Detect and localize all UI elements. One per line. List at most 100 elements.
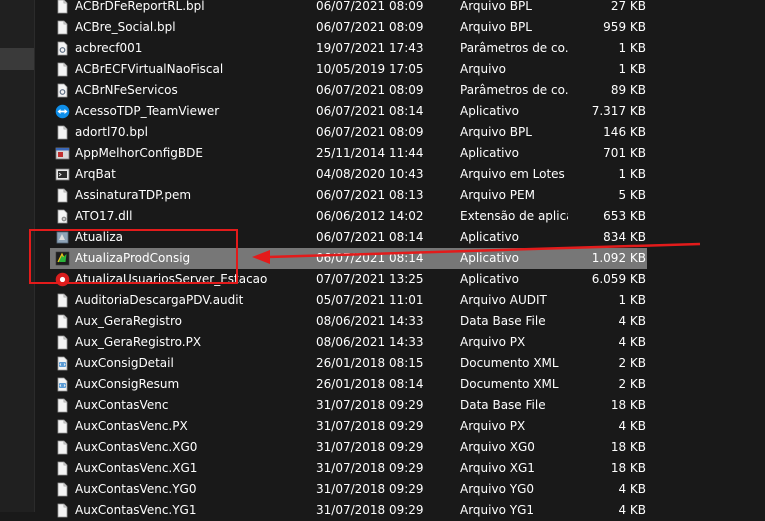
file-name: AcessoTDP_TeamViewer <box>75 104 220 118</box>
file-size: 1 KB <box>618 167 646 181</box>
file-date-modified: 06/07/2021 08:13 <box>316 188 424 202</box>
settings-file-icon <box>55 83 70 98</box>
file-icon <box>55 188 70 203</box>
file-row[interactable]: adortl70.bpl 06/07/2021 08:09 Arquivo BPL 1… <box>50 122 647 143</box>
file-date-modified: 07/07/2021 13:25 <box>316 272 424 286</box>
file-date-modified: 31/07/2018 09:29 <box>316 440 424 454</box>
file-date-modified: 31/07/2018 09:29 <box>316 419 424 433</box>
file-row[interactable]: AssinaturaTDP.pem 06/07/2021 08:13 Arquivo… <box>50 185 647 206</box>
file-row[interactable]: ArqBat 04/08/2020 10:43 Arquivo em Lotes .… <box>50 164 647 185</box>
file-row[interactable]: ACBrECFVirtualNaoFiscal 10/05/2019 17:05 A… <box>50 59 647 80</box>
file-size: 146 KB <box>603 125 646 139</box>
file-type: Aplicativo <box>460 104 519 118</box>
file-row[interactable]: ACBre_Social.bpl 06/07/2021 08:09 Arquivo … <box>50 17 647 38</box>
file-type: Parâmetros de co... <box>460 41 568 55</box>
file-size: 4 KB <box>618 419 646 433</box>
file-size: 27 KB <box>610 0 646 13</box>
file-name: AuditoriaDescargaPDV.audit <box>75 293 244 307</box>
file-type: Arquivo AUDIT <box>460 293 547 307</box>
file-row[interactable]: AppMelhorConfigBDE 25/11/2014 11:44 Aplica… <box>50 143 647 164</box>
file-name: AuxContasVenc.PX <box>75 419 188 433</box>
annotation-highlight-box <box>29 229 238 284</box>
file-row[interactable]: ATO17.dll 06/06/2012 14:02 Extensão de apl… <box>50 206 647 227</box>
file-row[interactable]: AuxContasVenc.XG1 31/07/2018 09:29 Arquivo… <box>50 458 647 479</box>
file-icon <box>55 419 70 434</box>
file-size: 18 KB <box>610 461 646 475</box>
file-size: 959 KB <box>603 20 646 34</box>
file-size: 7.317 KB <box>591 104 646 118</box>
file-name: Aux_GeraRegistro.PX <box>75 335 202 349</box>
file-name: AuxConsigDetail <box>75 356 174 370</box>
file-row[interactable]: acbrecf001 19/07/2021 17:43 Parâmetros de … <box>50 38 647 59</box>
file-date-modified: 26/01/2018 08:15 <box>316 356 424 370</box>
file-row[interactable]: AuxContasVenc.YG0 31/07/2018 09:29 Arquivo… <box>50 479 647 500</box>
file-size: 89 KB <box>610 83 646 97</box>
file-row[interactable]: AuxContasVenc 31/07/2018 09:29 Data Base F… <box>50 395 647 416</box>
settings-file-icon <box>55 41 70 56</box>
file-type: Arquivo BPL <box>460 125 532 139</box>
app-icon <box>55 146 70 161</box>
file-size: 4 KB <box>618 503 646 517</box>
file-type: Arquivo BPL <box>460 0 532 13</box>
file-name: ACBrECFVirtualNaoFiscal <box>75 62 224 76</box>
file-size: 18 KB <box>610 398 646 412</box>
file-date-modified: 06/07/2021 08:09 <box>316 125 424 139</box>
file-name: ACBrNFeServicos <box>75 83 178 97</box>
file-name: AppMelhorConfigBDE <box>75 146 203 160</box>
file-type: Arquivo YG1 <box>460 503 535 517</box>
file-name: ATO17.dll <box>75 209 133 223</box>
file-row[interactable]: AuxContasVenc.YG1 31/07/2018 09:29 Arquivo… <box>50 500 647 521</box>
dll-icon <box>55 209 70 224</box>
file-name: AssinaturaTDP.pem <box>75 188 192 202</box>
file-size: 6.059 KB <box>591 272 646 286</box>
file-date-modified: 08/06/2021 14:33 <box>316 314 424 328</box>
file-row[interactable]: AuxContasVenc.XG0 31/07/2018 09:29 Arquivo… <box>50 437 647 458</box>
file-icon <box>55 398 70 413</box>
file-type: Arquivo XG1 <box>460 461 535 475</box>
file-icon <box>55 314 70 329</box>
file-row[interactable]: ACBrNFeServicos 06/07/2021 08:09 Parâmetro… <box>50 80 647 101</box>
file-icon <box>55 440 70 455</box>
file-size: 4 KB <box>618 335 646 349</box>
file-name: adortl70.bpl <box>75 125 148 139</box>
file-date-modified: 25/11/2014 11:44 <box>316 146 424 160</box>
file-size: 4 KB <box>618 314 646 328</box>
file-row[interactable]: ACBrDFeReportRL.bpl 06/07/2021 08:09 Arqui… <box>50 0 647 17</box>
file-size: 701 KB <box>603 146 646 160</box>
file-icon <box>55 335 70 350</box>
navigation-selected-item[interactable] <box>0 48 34 70</box>
file-icon <box>55 482 70 497</box>
file-size: 1 KB <box>618 62 646 76</box>
file-type: Parâmetros de co... <box>460 83 568 97</box>
file-size: 1.092 KB <box>591 251 646 265</box>
file-name: AuxContasVenc.XG0 <box>75 440 198 454</box>
xml-icon <box>55 356 70 371</box>
file-row[interactable]: Aux_GeraRegistro.PX 08/06/2021 14:33 Arqui… <box>50 332 647 353</box>
file-name: AuxConsigResum <box>75 377 180 391</box>
file-type: Arquivo XG0 <box>460 440 535 454</box>
file-icon <box>55 20 70 35</box>
file-type: Aplicativo <box>460 272 519 286</box>
file-type: Extensão de aplica... <box>460 209 568 223</box>
file-size: 834 KB <box>603 230 646 244</box>
file-row[interactable]: AuxConsigResum 26/01/2018 08:14 Documento … <box>50 374 647 395</box>
file-size: 18 KB <box>610 440 646 454</box>
file-type: Aplicativo <box>460 251 519 265</box>
file-type: Arquivo BPL <box>460 20 532 34</box>
file-name: AuxContasVenc <box>75 398 169 412</box>
file-icon <box>55 62 70 77</box>
file-row[interactable]: Aux_GeraRegistro 08/06/2021 14:33 Data Bas… <box>50 311 647 332</box>
file-date-modified: 08/06/2021 14:33 <box>316 335 424 349</box>
file-type: Data Base File <box>460 314 546 328</box>
file-row[interactable]: AuxContasVenc.PX 31/07/2018 09:29 Arquivo … <box>50 416 647 437</box>
file-date-modified: 06/07/2021 08:09 <box>316 0 424 13</box>
file-row[interactable]: AcessoTDP_TeamViewer 06/07/2021 08:14 Apli… <box>50 101 647 122</box>
file-date-modified: 10/05/2019 17:05 <box>316 62 424 76</box>
file-icon <box>55 293 70 308</box>
file-row[interactable]: AuxConsigDetail 26/01/2018 08:15 Documento… <box>50 353 647 374</box>
file-size: 653 KB <box>603 209 646 223</box>
file-date-modified: 31/07/2018 09:29 <box>316 398 424 412</box>
file-name: AuxContasVenc.YG0 <box>75 482 197 496</box>
file-row[interactable]: AuditoriaDescargaPDV.audit 05/07/2021 11:… <box>50 290 647 311</box>
batch-file-icon <box>55 167 70 182</box>
